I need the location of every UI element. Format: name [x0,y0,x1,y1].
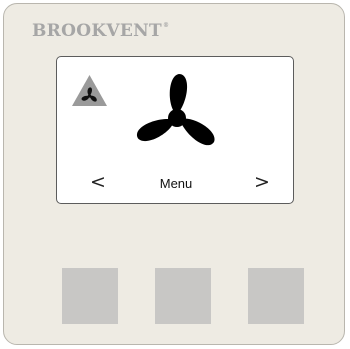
nav-previous-button[interactable]: < [90,173,106,192]
trademark-symbol: ® [162,22,170,29]
brand-logo: BROOKVENT® [32,23,169,40]
right-button[interactable] [248,268,304,324]
left-button[interactable] [62,268,118,324]
nav-next-button[interactable]: > [254,173,270,192]
center-button[interactable] [155,268,211,324]
fan-warning-icon [72,75,107,106]
brand-name: BROOKVENT [32,21,162,41]
lcd-screen: < Menu > [56,56,294,204]
fan-icon [136,74,215,146]
control-panel: BROOKVENT® < Menu > [3,3,345,345]
menu-label: Menu [159,176,193,191]
